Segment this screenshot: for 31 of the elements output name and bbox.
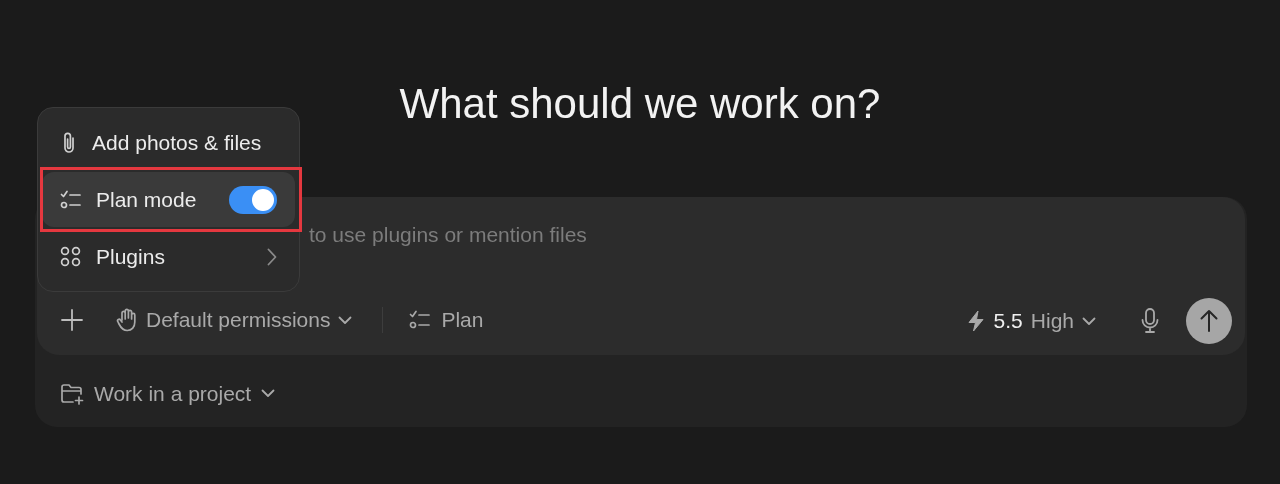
checklist-icon	[60, 189, 82, 210]
chevron-down-icon	[338, 315, 353, 325]
permissions-dropdown[interactable]: Default permissions	[116, 304, 353, 336]
arrow-up-icon	[1200, 309, 1218, 333]
chevron-down-icon	[1082, 316, 1096, 326]
model-dropdown[interactable]: 5.5 High	[965, 305, 1096, 337]
menu-item-label: Plugins	[96, 243, 165, 270]
project-label: Work in a project	[94, 381, 252, 407]
plan-button[interactable]: Plan	[409, 304, 484, 336]
model-version: 5.5	[993, 308, 1023, 335]
menu-item[interactable]: Add photos & files	[42, 115, 295, 170]
toggle-switch[interactable]	[229, 185, 277, 214]
page-heading: What should we work on?	[398, 79, 882, 129]
checklist-icon	[409, 310, 432, 330]
effort-level: High	[1030, 308, 1074, 335]
menu-item[interactable]: Plan mode	[42, 172, 295, 227]
folder-plus-icon	[60, 382, 84, 405]
chevron-right-icon	[267, 247, 277, 266]
menu-item[interactable]: Plugins	[42, 229, 295, 284]
prompt-input[interactable]: to use plugins or mention files	[309, 220, 1009, 250]
hand-icon	[116, 308, 138, 332]
permissions-label: Default permissions	[146, 307, 331, 334]
chevron-down-icon	[261, 389, 276, 399]
grid-icon	[60, 245, 82, 268]
menu-item-label: Plan mode	[96, 186, 197, 213]
plus-icon	[60, 308, 84, 332]
lightning-icon	[965, 310, 986, 332]
mode-label: Plan	[441, 307, 484, 334]
microphone-icon	[1141, 308, 1159, 334]
menu-item-label: Add photos & files	[92, 129, 262, 156]
project-dropdown[interactable]: Work in a project	[60, 378, 276, 410]
